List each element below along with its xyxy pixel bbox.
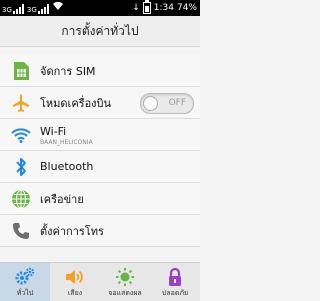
phone-icon (10, 220, 32, 242)
lock-icon (150, 266, 200, 288)
settings-item-airplane-mode[interactable]: โหมดเครื่องบิน OFF (0, 87, 200, 119)
wifi-status-icon (52, 1, 64, 14)
sim-card-icon (10, 60, 32, 82)
settings-item-label: จัดการ SIM (40, 64, 96, 78)
settings-list: จัดการ SIM โหมดเครื่องบิน OFF Wi-Fi BAAN… (0, 55, 200, 247)
tab-security[interactable]: ปลอดภัย (150, 263, 200, 301)
download-icon: ↓ (132, 3, 140, 13)
settings-item-wifi[interactable]: Wi-Fi BAAN_HELICONIA (0, 119, 200, 151)
tab-label: ทั่วไป (16, 289, 34, 297)
bottom-tab-bar: ทั่วไป เสียง จอแสดงผล ปลอดภัย (0, 262, 200, 301)
settings-item-sim[interactable]: จัดการ SIM (0, 55, 200, 87)
tab-label: ปลอดภัย (161, 289, 189, 297)
wifi-network-name: BAAN_HELICONIA (40, 139, 93, 146)
network-type-label: 3G (2, 6, 12, 14)
status-bar: 3G 3G ↓ 1:34 74% (0, 0, 200, 16)
settings-item-label: โหมดเครื่องบิน (40, 96, 112, 110)
page-title: การตั้งค่าทั่วไป (0, 16, 200, 47)
settings-item-label: Wi-Fi (40, 125, 67, 138)
tab-sound[interactable]: เสียง (50, 263, 100, 301)
tab-label: เสียง (67, 289, 83, 297)
speaker-icon (50, 266, 100, 288)
network-type-label: 3G (26, 6, 37, 14)
wifi-icon (10, 124, 32, 146)
airplane-icon (10, 92, 32, 114)
tab-general[interactable]: ทั่วไป (0, 263, 50, 301)
settings-item-network[interactable]: เครือข่าย (0, 183, 200, 215)
gears-icon (0, 266, 50, 288)
signal-icon-2: 3G (27, 4, 49, 14)
globe-icon (10, 188, 32, 210)
tab-display[interactable]: จอแสดงผล (100, 263, 150, 301)
battery-icon (142, 0, 151, 14)
signal-icon-1: 3G (2, 4, 24, 14)
settings-item-call-settings[interactable]: ตั้งค่าการโทร (0, 215, 200, 247)
toggle-knob (143, 96, 158, 111)
settings-item-label: ตั้งค่าการโทร (40, 224, 104, 238)
settings-item-bluetooth[interactable]: Bluetooth (0, 151, 200, 183)
toggle-state-label: OFF (168, 98, 186, 108)
battery-percent: 74% (176, 3, 197, 13)
bluetooth-icon (10, 156, 32, 178)
settings-item-label: Bluetooth (40, 160, 94, 173)
brightness-icon (100, 266, 150, 288)
clock: 1:34 (153, 3, 174, 13)
airplane-mode-toggle[interactable]: OFF (140, 93, 194, 114)
settings-item-label: เครือข่าย (40, 192, 84, 206)
tab-label: จอแสดงผล (108, 289, 142, 297)
